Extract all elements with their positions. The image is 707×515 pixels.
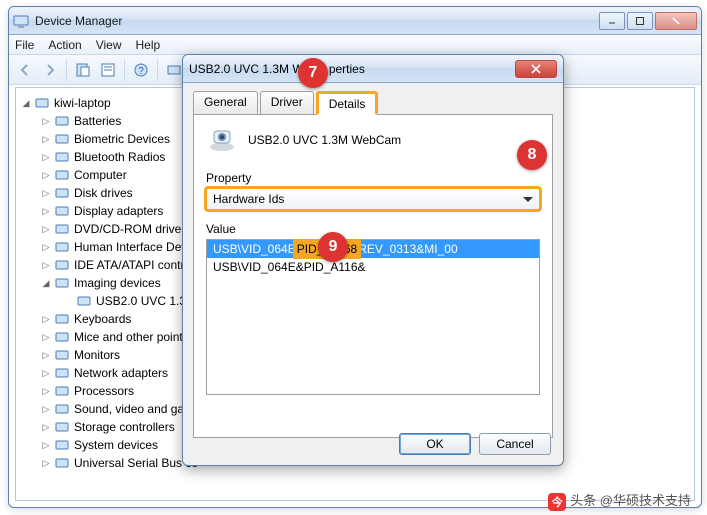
maximize-button[interactable]	[627, 12, 653, 30]
tab-details[interactable]: Details	[316, 91, 379, 115]
properties-dialog: USB2.0 UVC 1.3M WebC perties General Dri…	[182, 54, 564, 466]
window-title: Device Manager	[35, 14, 599, 28]
device-name: USB2.0 UVC 1.3M WebCam	[248, 133, 401, 147]
dialog-title: USB2.0 UVC 1.3M WebC perties	[189, 62, 515, 76]
titlebar: Device Manager	[9, 7, 701, 35]
device-category-icon	[54, 185, 70, 201]
property-label: Property	[206, 171, 540, 185]
device-category-icon	[54, 347, 70, 363]
callout-7: 7	[298, 58, 328, 88]
close-button[interactable]	[655, 12, 697, 30]
tab-driver[interactable]: Driver	[260, 91, 314, 115]
forward-button[interactable]	[38, 58, 62, 82]
ok-button[interactable]: OK	[399, 433, 471, 455]
properties-button[interactable]	[96, 58, 120, 82]
property-value: Hardware Ids	[213, 192, 284, 206]
menubar: File Action View Help	[9, 35, 701, 55]
device-category-icon	[54, 455, 70, 471]
webcam-icon	[76, 293, 92, 309]
device-category-icon	[54, 149, 70, 165]
device-category-icon	[54, 275, 70, 291]
minimize-button[interactable]	[599, 12, 625, 30]
chevron-down-icon	[523, 192, 533, 206]
value-listbox[interactable]: USB\VID_064EPID_A1168REV_0313&MI_00 USB\…	[206, 239, 540, 395]
app-icon	[13, 13, 29, 29]
device-category-icon	[54, 311, 70, 327]
device-category-icon	[54, 383, 70, 399]
device-category-icon	[54, 365, 70, 381]
menu-view[interactable]: View	[96, 38, 122, 52]
cancel-button[interactable]: Cancel	[479, 433, 551, 455]
watermark: 今头条 @华硕技术支持	[548, 490, 691, 511]
value-label: Value	[206, 222, 540, 236]
device-category-icon	[54, 401, 70, 417]
show-hidden-button[interactable]	[71, 58, 95, 82]
device-category-icon	[54, 167, 70, 183]
device-category-icon	[54, 113, 70, 129]
menu-action[interactable]: Action	[48, 38, 81, 52]
device-category-icon	[54, 419, 70, 435]
device-category-icon	[54, 203, 70, 219]
tab-panel-details: USB2.0 UVC 1.3M WebCam Property Hardware…	[193, 114, 553, 438]
window-controls	[599, 12, 697, 30]
svg-text:?: ?	[138, 66, 144, 77]
back-button[interactable]	[13, 58, 37, 82]
device-category-icon	[54, 257, 70, 273]
callout-8: 8	[517, 140, 547, 170]
callout-9: 9	[318, 232, 348, 262]
menu-help[interactable]: Help	[136, 38, 161, 52]
property-combobox[interactable]: Hardware Ids	[206, 188, 540, 210]
device-category-icon	[54, 437, 70, 453]
menu-file[interactable]: File	[15, 38, 34, 52]
tab-general[interactable]: General	[193, 91, 258, 115]
device-category-icon	[54, 221, 70, 237]
help-button[interactable]: ?	[129, 58, 153, 82]
dialog-close-button[interactable]	[515, 60, 557, 78]
dialog-titlebar: USB2.0 UVC 1.3M WebC perties	[183, 55, 563, 83]
list-item[interactable]: USB\VID_064EPID_A1168REV_0313&MI_00	[207, 240, 539, 258]
webcam-icon	[206, 127, 238, 153]
computer-icon	[34, 95, 50, 111]
list-item[interactable]: USB\VID_064E&PID_A116&	[207, 258, 539, 276]
device-category-icon	[54, 329, 70, 345]
device-category-icon	[54, 239, 70, 255]
device-category-icon	[54, 131, 70, 147]
tab-strip: General Driver Details	[193, 91, 553, 115]
